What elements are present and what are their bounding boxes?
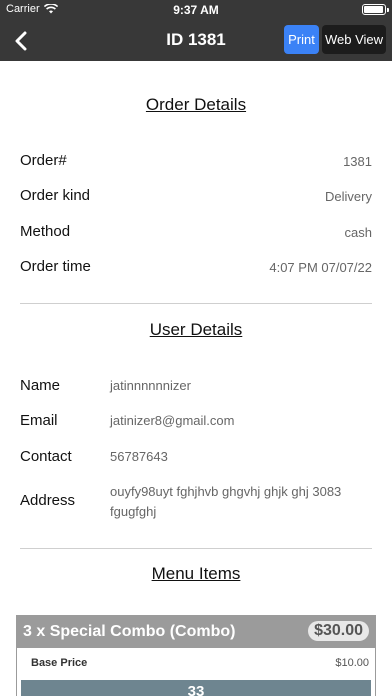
name-label: Name bbox=[20, 377, 61, 394]
email-value: jatinizer8@gmail.com bbox=[110, 413, 235, 428]
name-value: jatinnnnnnizer bbox=[110, 378, 191, 393]
status-bar: Carrier 9:37 AM bbox=[0, 0, 392, 20]
order-number-value: 1381 bbox=[343, 154, 372, 169]
menu-item-price: $30.00 bbox=[308, 621, 369, 641]
web-view-button[interactable]: Web View bbox=[322, 25, 386, 54]
email-label: Email bbox=[20, 412, 58, 429]
address-value: ouyfy98uyt fghjhvb ghgvhj ghjk ghj 3083 … bbox=[110, 484, 342, 519]
order-kind-label: Order kind bbox=[20, 187, 91, 204]
base-price-label: Base Price bbox=[31, 657, 88, 669]
order-kind-value: Delivery bbox=[325, 189, 372, 204]
contact-label: Contact bbox=[20, 448, 72, 465]
method-label: Method bbox=[20, 223, 71, 240]
address-label: Address bbox=[20, 492, 76, 509]
order-number-label: Order# bbox=[20, 152, 67, 169]
menu-item-name: 3 x Special Combo (Combo) bbox=[23, 623, 236, 640]
menu-items-title: Menu Items bbox=[151, 564, 241, 583]
menu-item-header: 3 x Special Combo (Combo) $30.00 bbox=[17, 616, 375, 648]
base-price-value: $10.00 bbox=[335, 657, 369, 669]
status-time: 9:37 AM bbox=[173, 3, 219, 17]
divider bbox=[20, 548, 372, 549]
user-details-title: User Details bbox=[149, 320, 243, 339]
quantity-bar: 33 bbox=[21, 680, 371, 696]
order-details-title: Order Details bbox=[145, 95, 247, 114]
divider bbox=[20, 303, 372, 304]
order-time-value: 4:07 PM 07/07/22 bbox=[269, 260, 372, 275]
print-button[interactable]: Print bbox=[284, 25, 319, 54]
navigation-bar: ID 1381 Print Web View bbox=[0, 20, 392, 61]
menu-item-card[interactable]: 3 x Special Combo (Combo) $30.00 Base Pr… bbox=[16, 615, 376, 696]
contact-value: 56787643 bbox=[110, 449, 168, 464]
order-time-label: Order time bbox=[20, 258, 91, 275]
method-value: cash bbox=[344, 225, 372, 240]
battery-icon bbox=[362, 4, 389, 15]
